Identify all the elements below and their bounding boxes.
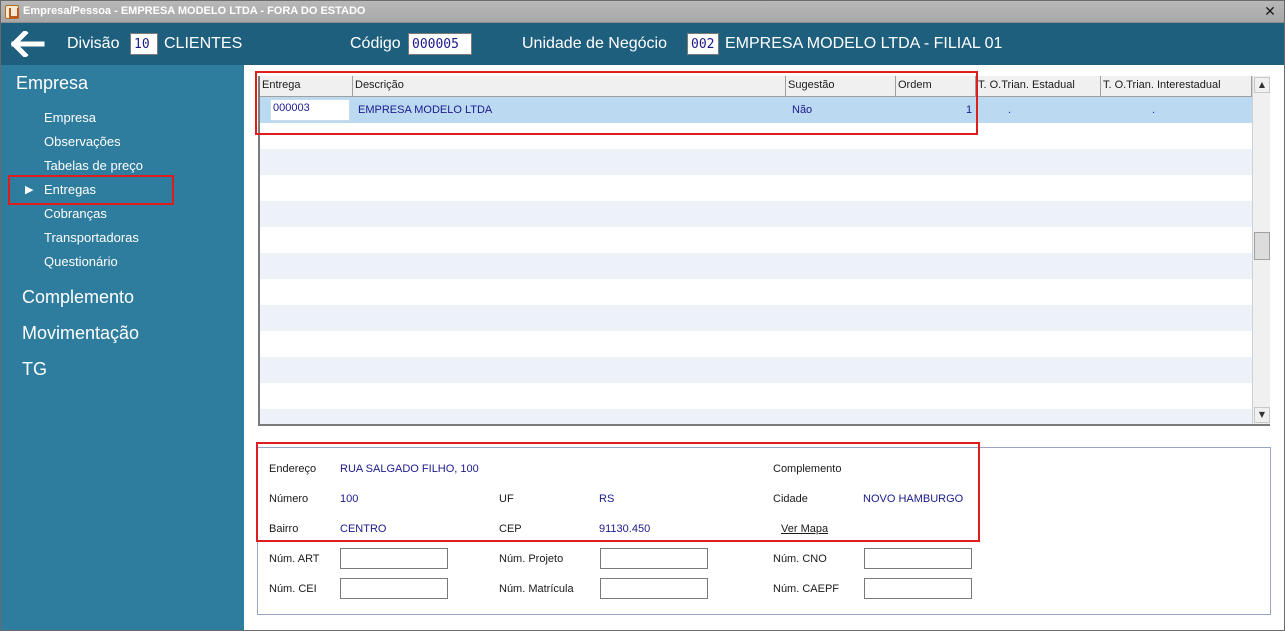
num-art-input[interactable]	[340, 548, 448, 569]
close-button[interactable]: ✕	[1260, 4, 1280, 20]
num-caepf-label: Núm. CAEPF	[773, 583, 840, 595]
empty-row	[260, 357, 1252, 383]
vertical-scrollbar[interactable]: ▲ ▼	[1252, 76, 1270, 424]
title-bar: Empresa/Pessoa - EMPRESA MODELO LTDA - F…	[1, 1, 1284, 23]
empty-row	[260, 331, 1252, 357]
divisao-label: Divisão	[67, 35, 120, 52]
codigo-label: Código	[350, 35, 401, 52]
sidebar: Empresa Empresa Observações Tabelas de p…	[1, 65, 244, 630]
empty-row	[260, 279, 1252, 305]
divisao-name: CLIENTES	[164, 35, 243, 52]
col-header-interestadual[interactable]: T. O.Trian. Interestadual	[1101, 76, 1252, 97]
sidebar-section-empresa[interactable]: Empresa	[16, 73, 88, 94]
codigo-input[interactable]: 000005	[408, 33, 472, 55]
sidebar-item-tabelas-de-preco[interactable]: Tabelas de preço	[44, 158, 143, 173]
estadual-cell: .	[1008, 104, 1012, 116]
window-title: Empresa/Pessoa - EMPRESA MODELO LTDA - F…	[23, 5, 366, 17]
app-home-icon	[5, 5, 19, 19]
num-projeto-input[interactable]	[600, 548, 708, 569]
num-cei-input[interactable]	[340, 578, 448, 599]
num-cno-label: Núm. CNO	[773, 553, 827, 565]
scroll-thumb[interactable]	[1254, 232, 1270, 260]
sidebar-item-questionario[interactable]: Questionário	[44, 254, 118, 269]
address-highlight-box	[256, 442, 980, 542]
num-caepf-input[interactable]	[864, 578, 972, 599]
divisao-input[interactable]: 10	[130, 33, 158, 55]
num-cno-input[interactable]	[864, 548, 972, 569]
empty-row	[260, 253, 1252, 279]
sidebar-section-complemento[interactable]: Complemento	[22, 287, 134, 308]
scroll-down-icon[interactable]: ▼	[1254, 407, 1270, 423]
scroll-up-icon[interactable]: ▲	[1254, 77, 1270, 93]
sidebar-section-movimentacao[interactable]: Movimentação	[22, 323, 139, 344]
empty-row	[260, 383, 1252, 409]
sidebar-item-empresa[interactable]: Empresa	[44, 110, 96, 125]
empty-row	[260, 201, 1252, 227]
unidade-name: EMPRESA MODELO LTDA - FILIAL 01	[725, 35, 1003, 52]
empty-row	[260, 149, 1252, 175]
num-matricula-label: Núm. Matrícula	[499, 583, 574, 595]
num-matricula-input[interactable]	[600, 578, 708, 599]
num-projeto-label: Núm. Projeto	[499, 553, 564, 565]
back-arrow-icon[interactable]	[11, 31, 45, 57]
empty-row	[260, 175, 1252, 201]
application-window: Empresa/Pessoa - EMPRESA MODELO LTDA - F…	[0, 0, 1285, 631]
header-bar: Divisão 10 CLIENTES Código 000005 Unidad…	[1, 23, 1284, 65]
sidebar-section-tg[interactable]: TG	[22, 359, 47, 380]
unidade-input[interactable]: 002	[687, 33, 719, 55]
sidebar-item-cobrancas[interactable]: Cobranças	[44, 206, 107, 221]
num-cei-label: Núm. CEI	[269, 583, 317, 595]
empty-row	[260, 305, 1252, 331]
interestadual-cell: .	[1152, 104, 1156, 116]
col-header-estadual[interactable]: T. O.Trian. Estadual	[976, 76, 1101, 97]
empty-row	[260, 227, 1252, 253]
empty-row	[260, 409, 1252, 424]
num-art-label: Núm. ART	[269, 553, 320, 565]
entregas-highlight-box	[8, 175, 174, 205]
sidebar-item-transportadoras[interactable]: Transportadoras	[44, 230, 139, 245]
main-content: Entrega Descrição Sugestão Ordem T. O.Tr…	[244, 65, 1284, 630]
unidade-label: Unidade de Negócio	[522, 35, 667, 52]
grid-highlight-box	[255, 71, 978, 135]
sidebar-item-observacoes[interactable]: Observações	[44, 134, 121, 149]
